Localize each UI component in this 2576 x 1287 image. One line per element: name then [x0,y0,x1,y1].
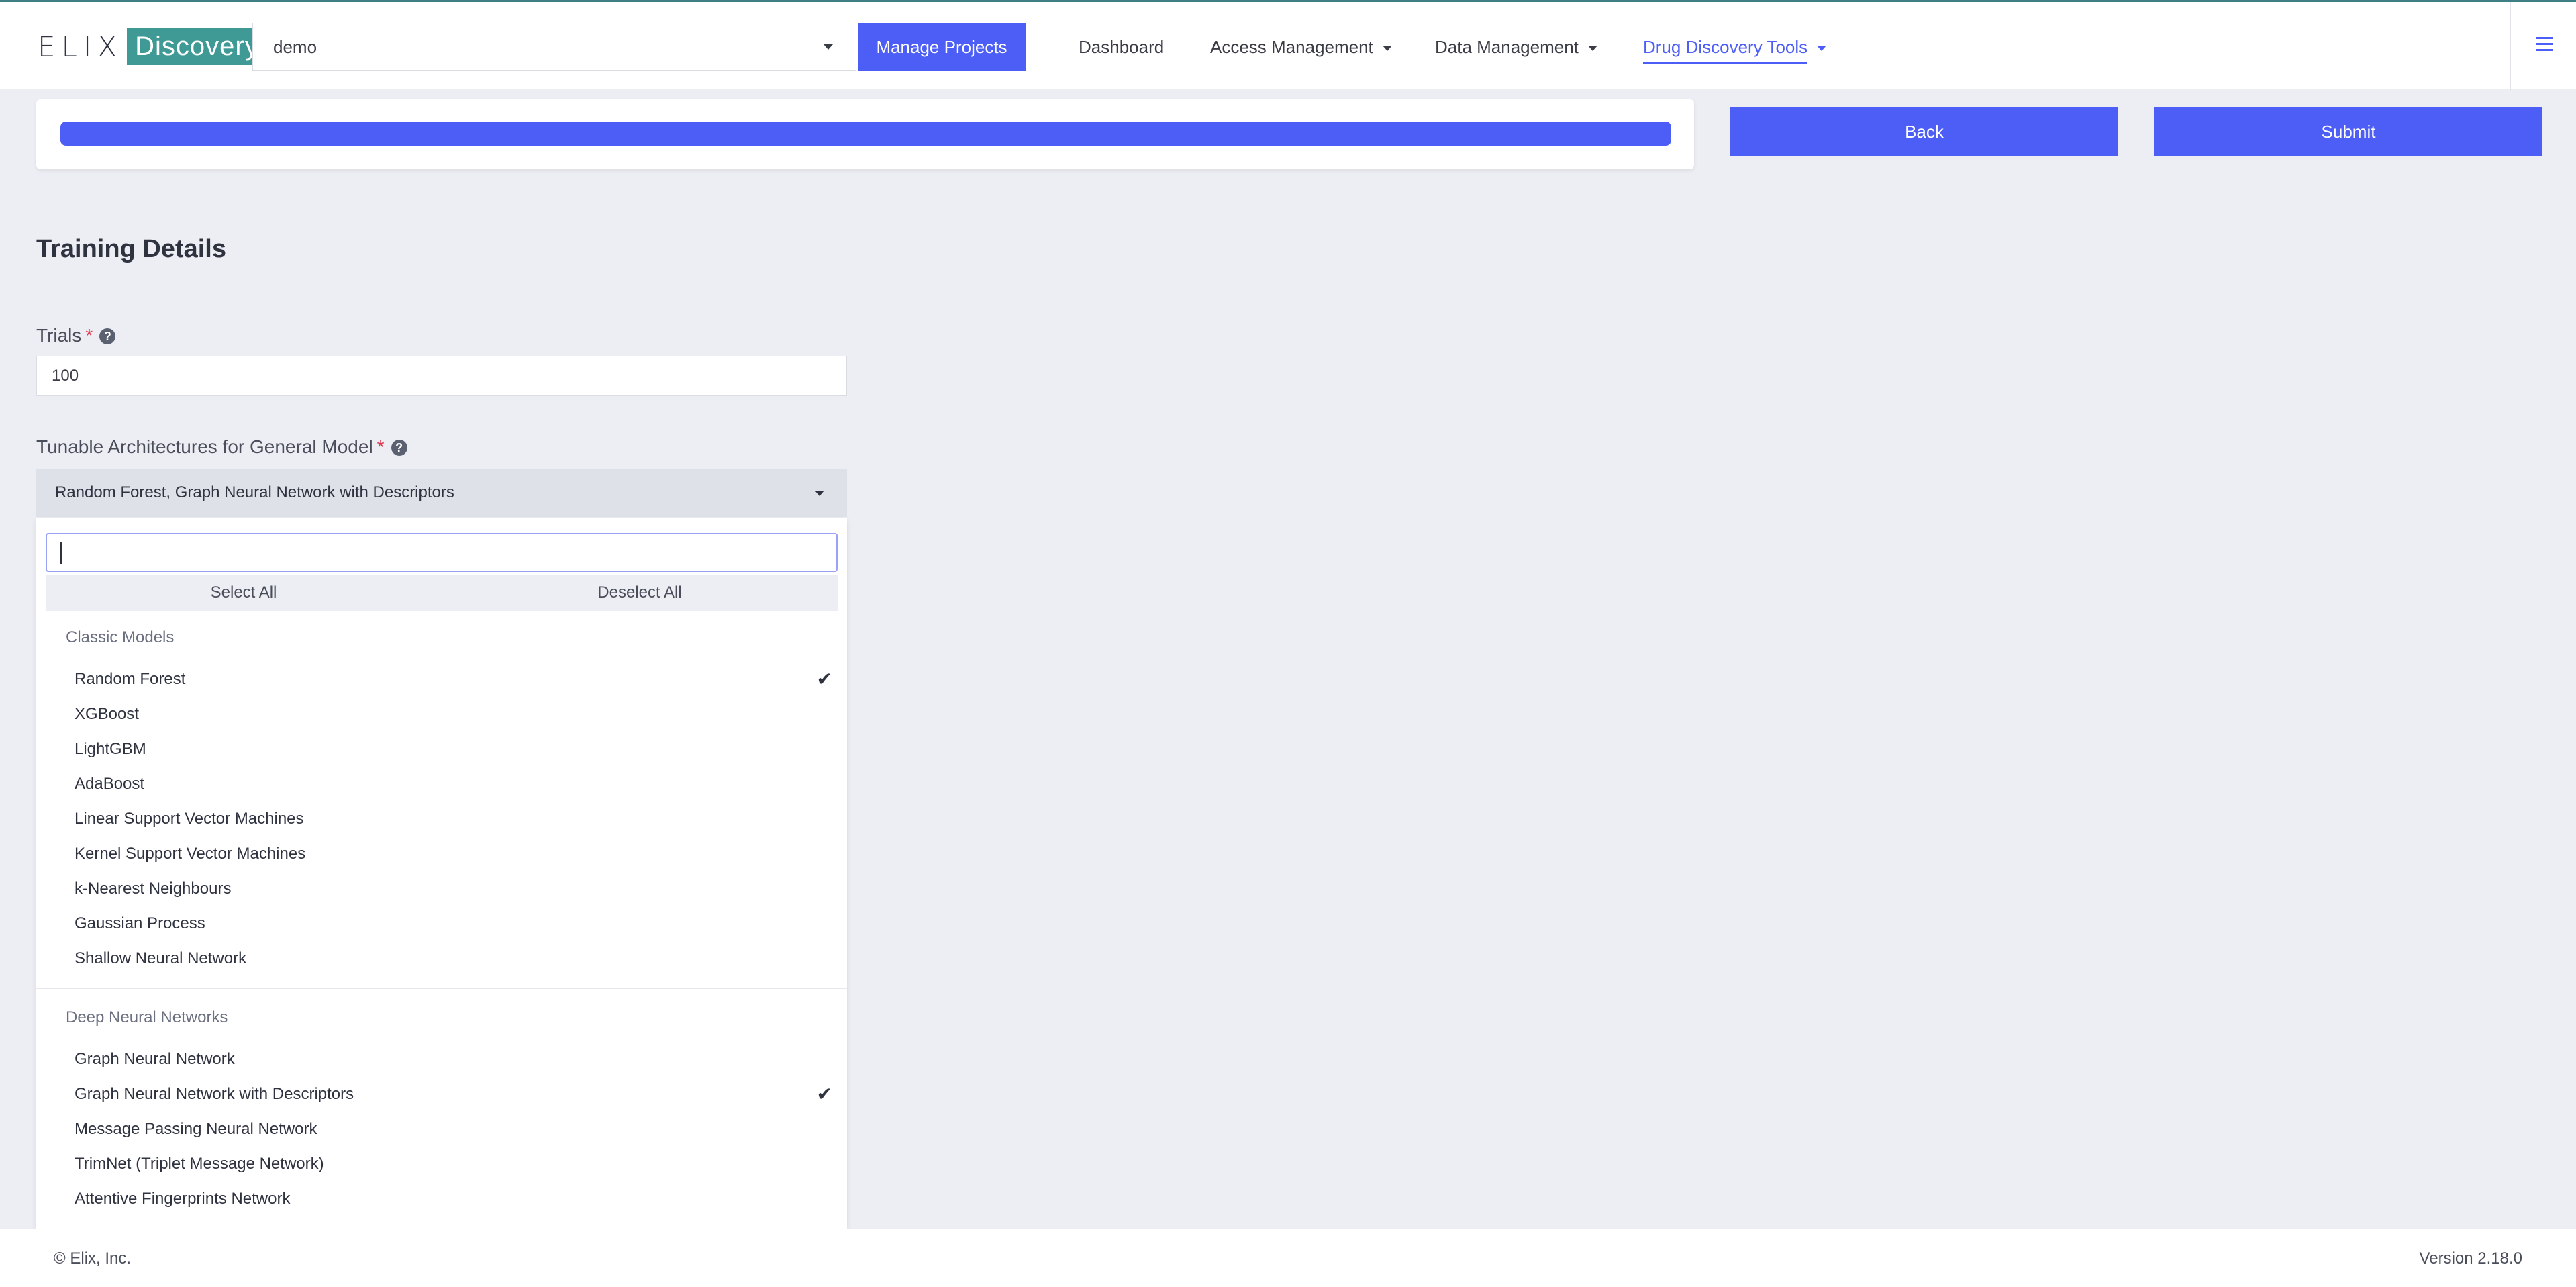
chevron-down-icon [1382,46,1392,52]
checkmark-icon: ✔ [816,669,832,689]
option-adaboost[interactable]: AdaBoost [36,767,847,802]
back-button[interactable]: Back [1730,107,2118,156]
option-label: Kernel Support Vector Machines [75,845,306,863]
help-icon[interactable]: ? [391,440,407,456]
group-divider [36,988,847,989]
nav-drug-discovery-tools-label: Drug Discovery Tools [1643,37,1808,57]
progress-card [36,99,1694,169]
architectures-label: Tunable Architectures for General Model *… [36,436,407,458]
option-label: Random Forest [75,670,186,688]
option-kernel-svm[interactable]: Kernel Support Vector Machines [36,837,847,871]
logo-text-elix: ELIX [38,30,123,63]
footer-copyright: © Elix, Inc. [54,1249,132,1268]
footer-version: Version 2.18.0 [2419,1249,2522,1268]
trials-label-text: Trials [36,325,82,346]
option-label: XGBoost [75,705,140,723]
nav-data-management-label: Data Management [1435,37,1579,57]
trials-label: Trials *? [36,325,116,346]
nav-drug-discovery-tools[interactable]: Drug Discovery Tools [1643,23,1827,71]
project-select[interactable]: demo [252,23,856,71]
dropdown-bulk-actions: Select All Deselect All [46,575,838,611]
option-label: TrimNet (Triplet Message Network) [75,1155,324,1173]
option-attentive-fp[interactable]: Attentive Fingerprints Network [36,1182,847,1217]
option-gaussian-process[interactable]: Gaussian Process [36,906,847,941]
active-nav-underline [1643,62,1808,64]
brand-logo[interactable]: ELIX Discovery® [38,26,268,65]
text-cursor [60,542,62,564]
option-lightgbm[interactable]: LightGBM [36,732,847,767]
option-label: k-Nearest Neighbours [75,879,232,898]
option-label: LightGBM [75,740,146,758]
menu-icon[interactable] [2536,37,2553,52]
navbar-divider [2510,2,2511,91]
footer: © Elix, Inc. Version 2.18.0 [0,1229,2576,1287]
chevron-down-icon [824,44,833,50]
option-label: Graph Neural Network [75,1050,235,1068]
option-label: Gaussian Process [75,914,205,933]
option-trimnet[interactable]: TrimNet (Triplet Message Network) [36,1147,847,1182]
chevron-down-icon [1817,46,1827,52]
chevron-down-icon [1587,46,1597,52]
progress-bar-fill [60,122,1671,146]
top-navbar: ELIX Discovery® demo Manage Projects Das… [0,0,2576,91]
option-label: Graph Neural Network with Descriptors [75,1085,354,1103]
logo-text-discovery: Discovery® [127,26,268,65]
trials-input[interactable]: 100 [36,356,847,396]
nav-dashboard[interactable]: Dashboard [1079,23,1164,71]
progress-bar [60,122,1671,146]
option-knn[interactable]: k-Nearest Neighbours [36,871,847,906]
manage-projects-button[interactable]: Manage Projects [858,23,1026,71]
chevron-down-icon [815,491,824,496]
nav-access-management-label: Access Management [1210,37,1373,57]
required-marker: * [377,436,385,457]
dropdown-search-input[interactable] [46,533,838,572]
architectures-dropdown: Select All Deselect All Classic Models R… [36,518,847,1229]
project-select-value: demo [273,37,317,57]
option-label: AdaBoost [75,775,145,793]
option-gnn[interactable]: Graph Neural Network [36,1042,847,1077]
submit-button[interactable]: Submit [2154,107,2542,156]
option-label: Linear Support Vector Machines [75,810,304,828]
option-gnn-descriptors[interactable]: Graph Neural Network with Descriptors ✔ [36,1077,847,1112]
checkmark-icon: ✔ [816,1084,832,1104]
option-linear-svm[interactable]: Linear Support Vector Machines [36,802,847,837]
option-label: Shallow Neural Network [75,949,247,967]
option-label: Attentive Fingerprints Network [75,1190,291,1208]
option-mpnn[interactable]: Message Passing Neural Network [36,1112,847,1147]
architectures-select-value: Random Forest, Graph Neural Network with… [55,483,454,502]
nav-data-management[interactable]: Data Management [1435,23,1597,71]
section-title: Training Details [36,235,226,263]
group-label-classic-models: Classic Models [66,628,175,647]
nav-dashboard-label: Dashboard [1079,37,1165,57]
nav-access-management[interactable]: Access Management [1210,23,1392,71]
deselect-all-button[interactable]: Deselect All [442,575,838,611]
option-label: Message Passing Neural Network [75,1120,317,1138]
select-all-button[interactable]: Select All [46,575,442,611]
option-xgboost[interactable]: XGBoost [36,697,847,732]
architectures-label-text: Tunable Architectures for General Model [36,436,373,457]
group-label-deep-neural-networks: Deep Neural Networks [66,1008,228,1027]
help-icon[interactable]: ? [99,328,116,344]
option-shallow-nn[interactable]: Shallow Neural Network [36,941,847,976]
architectures-select[interactable]: Random Forest, Graph Neural Network with… [36,469,847,517]
option-random-forest[interactable]: Random Forest ✔ [36,662,847,697]
required-marker: * [85,325,93,346]
